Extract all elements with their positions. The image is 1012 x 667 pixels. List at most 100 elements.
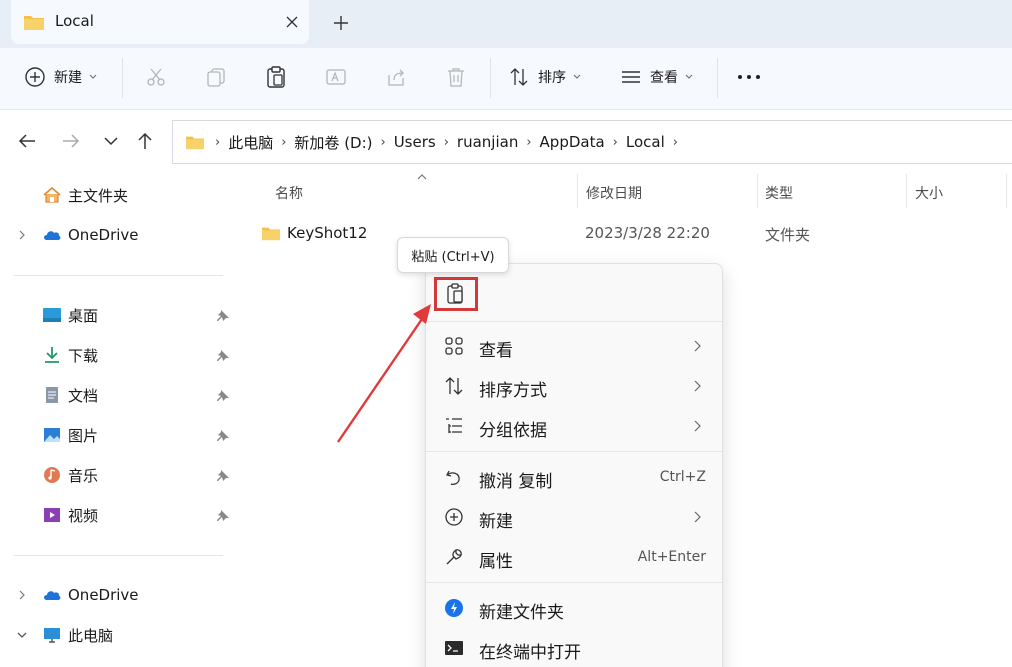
share-icon[interactable] (385, 62, 407, 92)
breadcrumb-item[interactable]: 新加卷 (D:) (294, 132, 372, 153)
chevron-right-icon (691, 510, 703, 524)
paste-icon (446, 283, 466, 305)
back-icon[interactable] (16, 130, 38, 152)
menu-item-sort-by[interactable]: 排序方式 (426, 368, 724, 404)
pin-icon[interactable] (216, 469, 230, 483)
menu-item-view[interactable]: 查看 (426, 328, 724, 364)
address-bar[interactable]: › 此电脑 › 新加卷 (D:) › Users › ruanjian › Ap… (172, 120, 1012, 164)
file-name: KeyShot12 (287, 224, 368, 242)
breadcrumb-item[interactable]: Local (626, 133, 665, 151)
menu-item-properties[interactable]: 属性 Alt+Enter (426, 539, 724, 575)
paste-button[interactable] (434, 277, 478, 311)
new-folder-icon (444, 598, 464, 618)
sidebar-item-this-pc[interactable]: 此电脑 (42, 621, 113, 649)
menu-item-label: 新建文件夹 (479, 603, 564, 623)
sidebar-item-downloads[interactable]: 下载 (42, 341, 98, 369)
breadcrumb-item[interactable]: Users (394, 133, 436, 151)
menu-item-new-folder[interactable]: 新建文件夹 (426, 590, 724, 626)
cut-icon[interactable] (145, 62, 167, 92)
breadcrumb-item[interactable]: AppData (540, 133, 605, 151)
menu-item-label: 新建 (479, 512, 513, 532)
new-button[interactable]: 新建 (24, 62, 98, 92)
menu-item-new[interactable]: 新建 (426, 499, 724, 535)
command-bar: 新建 排序 查看 (0, 48, 1012, 110)
sort-indicator-icon (416, 173, 428, 181)
menu-item-label: 查看 (479, 341, 513, 361)
sort-label: 排序 (538, 70, 566, 86)
sidebar-item-label: 音乐 (68, 466, 99, 485)
pin-icon[interactable] (216, 429, 230, 443)
sort-icon (508, 66, 530, 88)
wrench-icon (444, 547, 464, 567)
chevron-down-icon[interactable] (16, 629, 28, 641)
chevron-down-icon (88, 73, 98, 81)
column-name[interactable]: 名称 (275, 183, 303, 203)
sort-button[interactable]: 排序 (508, 62, 582, 92)
forward-icon[interactable] (60, 130, 82, 152)
file-modified: 2023/3/28 22:20 (585, 224, 710, 242)
pin-icon[interactable] (216, 349, 230, 363)
delete-icon[interactable] (445, 62, 467, 92)
folder-icon (261, 225, 281, 241)
column-size[interactable]: 大小 (915, 183, 943, 203)
terminal-icon (444, 638, 464, 658)
sidebar-item-documents[interactable]: 文档 (42, 381, 98, 409)
rename-icon[interactable] (325, 62, 347, 92)
copy-icon[interactable] (205, 62, 227, 92)
breadcrumb: › 此电脑 › 新加卷 (D:) › Users › ruanjian › Ap… (185, 121, 680, 163)
column-modified[interactable]: 修改日期 (586, 183, 642, 203)
desktop-icon (42, 305, 62, 325)
recent-locations-icon[interactable] (100, 130, 122, 152)
menu-item-group-by[interactable]: 分组依据 (426, 408, 724, 444)
chevron-down-icon (684, 73, 694, 81)
sidebar-item-label: 视频 (68, 506, 99, 525)
tab-local[interactable]: Local (11, 0, 309, 44)
sidebar-item-label: 文档 (68, 386, 99, 405)
menu-item-label: 在终端中打开 (479, 643, 581, 663)
chevron-right-icon (691, 339, 703, 353)
close-icon[interactable] (284, 14, 300, 30)
menu-shortcut: Alt+Enter (637, 549, 706, 565)
more-icon[interactable] (737, 62, 761, 92)
up-icon[interactable] (134, 130, 156, 152)
sidebar-item-onedrive-2[interactable]: OneDrive (42, 581, 139, 609)
cloud-icon (42, 225, 62, 245)
view-label: 查看 (650, 70, 678, 86)
column-type[interactable]: 类型 (765, 183, 793, 203)
paste-tooltip: 粘贴 (Ctrl+V) (397, 237, 509, 273)
menu-shortcut: Ctrl+Z (659, 469, 706, 485)
menu-item-label: 分组依据 (479, 421, 547, 441)
breadcrumb-item[interactable]: ruanjian (457, 133, 518, 151)
cloud-icon (42, 585, 62, 605)
sidebar-item-home[interactable]: 主文件夹 (42, 181, 128, 209)
pc-icon (42, 625, 62, 645)
view-button[interactable]: 查看 (620, 62, 694, 92)
home-icon (42, 185, 62, 205)
chevron-right-icon[interactable] (16, 229, 28, 241)
menu-item-undo-copy[interactable]: 撤消 复制 Ctrl+Z (426, 459, 724, 495)
navigation-pane: 主文件夹 OneDrive 桌面 下载 文档 图片 音乐 视频 OneDrive (0, 170, 236, 667)
sidebar-item-label: 此电脑 (68, 626, 114, 645)
pin-icon[interactable] (216, 389, 230, 403)
pin-icon[interactable] (216, 509, 230, 523)
sidebar-item-videos[interactable]: 视频 (42, 501, 98, 529)
sidebar-item-label: 图片 (68, 426, 99, 445)
plus-circle-icon (24, 66, 46, 88)
menu-item-open-terminal[interactable]: 在终端中打开 (426, 630, 724, 666)
sidebar-item-pictures[interactable]: 图片 (42, 421, 98, 449)
plus-icon[interactable] (332, 14, 350, 32)
breadcrumb-item[interactable]: 此电脑 (228, 132, 273, 153)
sidebar-item-desktop[interactable]: 桌面 (42, 301, 98, 329)
pin-icon[interactable] (216, 309, 230, 323)
sort-icon (444, 376, 464, 396)
chevron-right-icon (691, 419, 703, 433)
sidebar-item-label: OneDrive (68, 226, 139, 244)
folder-icon (185, 134, 205, 150)
chevron-right-icon[interactable] (16, 589, 28, 601)
sidebar-item-label: 主文件夹 (68, 186, 129, 205)
paste-icon[interactable] (265, 62, 287, 92)
sidebar-item-music[interactable]: 音乐 (42, 461, 98, 489)
sidebar-item-onedrive[interactable]: OneDrive (42, 221, 139, 249)
context-menu: 查看 排序方式 分组依据 撤消 复制 Ctrl+Z 新建 属性 Alt+Ente… (425, 263, 724, 667)
menu-item-label: 撤消 复制 (479, 472, 553, 492)
